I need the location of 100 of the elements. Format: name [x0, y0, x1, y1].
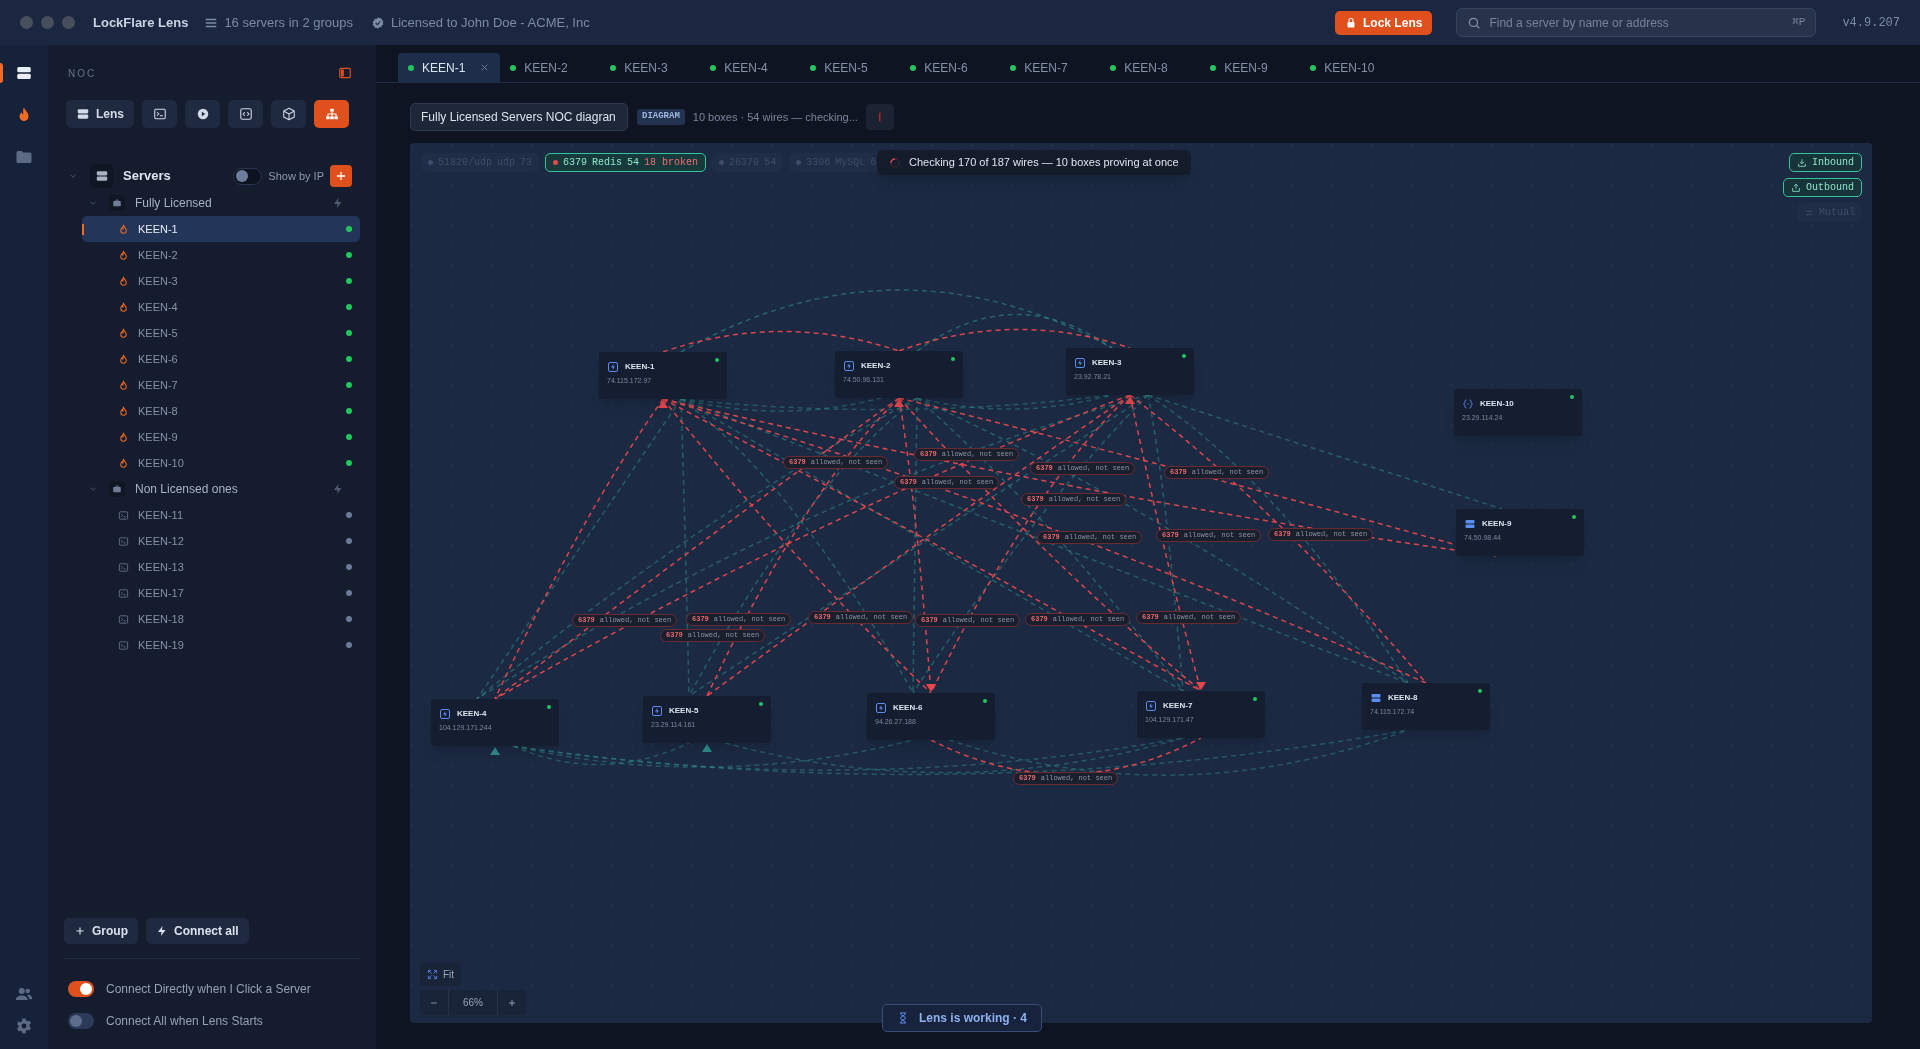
briefcase-icon: [112, 198, 122, 208]
flame-icon: [118, 327, 129, 339]
search-input[interactable]: Find a server by name or address: [1489, 13, 1785, 32]
server-row[interactable]: KEEN-19: [82, 632, 360, 658]
connect-group-button[interactable]: [332, 483, 344, 495]
version-label: v4.9.207: [1842, 14, 1900, 32]
code-icon: [238, 107, 253, 121]
flame-icon: [118, 301, 129, 313]
server-row[interactable]: KEEN-6: [82, 346, 360, 372]
app-title: LockFlare Lens: [93, 13, 189, 32]
server-row[interactable]: KEEN-7: [82, 372, 360, 398]
flame-icon: [118, 405, 129, 417]
lock-icon: [1345, 16, 1358, 29]
flame-icon: [118, 379, 129, 391]
lock-button[interactable]: Lock Lens: [1335, 10, 1433, 35]
mode-button[interactable]: [314, 100, 349, 128]
mode-button[interactable]: [228, 100, 263, 128]
search-bar[interactable]: Find a server by name or address ⌘P: [1456, 8, 1817, 37]
section-title: NOC: [67, 66, 97, 81]
servers-icon: [15, 64, 33, 82]
tab[interactable]: KEEN-7: [1000, 53, 1101, 82]
fit-button[interactable]: Fit: [420, 962, 462, 986]
server-row[interactable]: KEEN-3: [82, 268, 360, 294]
add-icon: [334, 169, 348, 183]
server-row[interactable]: KEEN-10: [82, 450, 360, 476]
tab[interactable]: KEEN-4: [700, 53, 801, 82]
briefcase-icon: [112, 484, 122, 494]
bolt-icon: [332, 197, 344, 209]
server-row[interactable]: KEEN-18: [82, 606, 360, 632]
add-group-button[interactable]: Group: [64, 918, 138, 944]
connect-all-button[interactable]: Connect all: [146, 918, 249, 944]
terminal-icon: [118, 587, 129, 599]
server-row[interactable]: KEEN-17: [82, 580, 360, 606]
toggle-switch[interactable]: [68, 1013, 94, 1029]
direction-filter[interactable]: Outbound: [1783, 178, 1862, 197]
mode-button[interactable]: Lens: [66, 100, 134, 128]
swap-icon: [1804, 207, 1814, 218]
bolt-icon: [1145, 700, 1157, 712]
server-row[interactable]: KEEN-5: [82, 320, 360, 346]
tab[interactable]: KEEN-9: [1200, 53, 1301, 82]
terminal-icon: [152, 107, 167, 121]
window-control[interactable]: [41, 16, 54, 29]
server-row[interactable]: KEEN-2: [82, 242, 360, 268]
upload-icon: [1791, 182, 1801, 193]
server-icon: [1370, 692, 1382, 704]
terminal-icon: [118, 639, 129, 651]
flame-icon: [118, 275, 129, 287]
group-name: Non Licensed ones: [135, 481, 238, 498]
braces-icon: [1462, 398, 1474, 410]
server-row[interactable]: KEEN-13: [82, 554, 360, 580]
verified-icon: [371, 15, 385, 30]
inbox-icon: [1797, 157, 1807, 168]
settings-button[interactable]: [15, 1017, 33, 1035]
shortcut-hint: ⌘P: [1792, 15, 1806, 31]
flame-icon: [118, 249, 129, 261]
tab[interactable]: KEEN-8: [1100, 53, 1201, 82]
terminal-icon: [118, 613, 129, 625]
terminal-icon: [118, 561, 129, 573]
search-icon: [1467, 15, 1482, 30]
server-row[interactable]: KEEN-9: [82, 424, 360, 450]
tab[interactable]: KEEN-3: [600, 53, 701, 82]
status-pill: Lens is working · 4: [882, 1004, 1043, 1032]
tab[interactable]: KEEN-10: [1300, 53, 1401, 82]
server-row[interactable]: KEEN-4: [82, 294, 360, 320]
plus-icon: [507, 997, 517, 1008]
tab[interactable]: KEEN-2: [500, 53, 601, 82]
server-row[interactable]: KEEN-1: [82, 216, 360, 242]
mode-button[interactable]: [142, 100, 177, 128]
port-filter-chip[interactable]: 6379 Redis 54 18 broken: [545, 153, 707, 172]
toggle-switch[interactable]: [68, 981, 94, 997]
bolt-icon: [156, 925, 168, 937]
spinner-icon: [889, 156, 901, 169]
server-icon: [76, 107, 90, 121]
window-control[interactable]: [20, 16, 33, 29]
mode-button[interactable]: [271, 100, 306, 128]
add-button[interactable]: [330, 165, 352, 187]
panel-toggle[interactable]: [338, 66, 352, 80]
tab[interactable]: KEEN-5: [800, 53, 901, 82]
flame-icon: [118, 431, 129, 443]
folder-icon: [15, 148, 33, 166]
tab[interactable]: KEEN-1: [398, 53, 501, 82]
hierarchy-icon: [324, 107, 339, 121]
server-row[interactable]: KEEN-8: [82, 398, 360, 424]
setting-label: Connect All when Lens Starts: [106, 1013, 263, 1030]
server-row[interactable]: KEEN-11: [82, 502, 360, 528]
mode-button[interactable]: [185, 100, 220, 128]
settings-icon: [15, 1017, 33, 1035]
tab[interactable]: KEEN-6: [900, 53, 1001, 82]
sidebar-icon: [338, 66, 352, 80]
bolt-icon: [843, 360, 855, 372]
server-icon: [1464, 518, 1476, 530]
input-field[interactable]: Fully Licensed Servers NOC diagran: [410, 103, 628, 131]
connect-group-button[interactable]: [332, 197, 344, 209]
users-button[interactable]: [15, 985, 33, 1003]
toggle-switch[interactable]: [233, 167, 263, 185]
direction-filter[interactable]: Inbound: [1789, 153, 1862, 172]
server-row[interactable]: KEEN-12: [82, 528, 360, 554]
flame-icon: [118, 457, 129, 469]
terminal-icon: [118, 535, 129, 547]
window-control[interactable]: [62, 16, 75, 29]
